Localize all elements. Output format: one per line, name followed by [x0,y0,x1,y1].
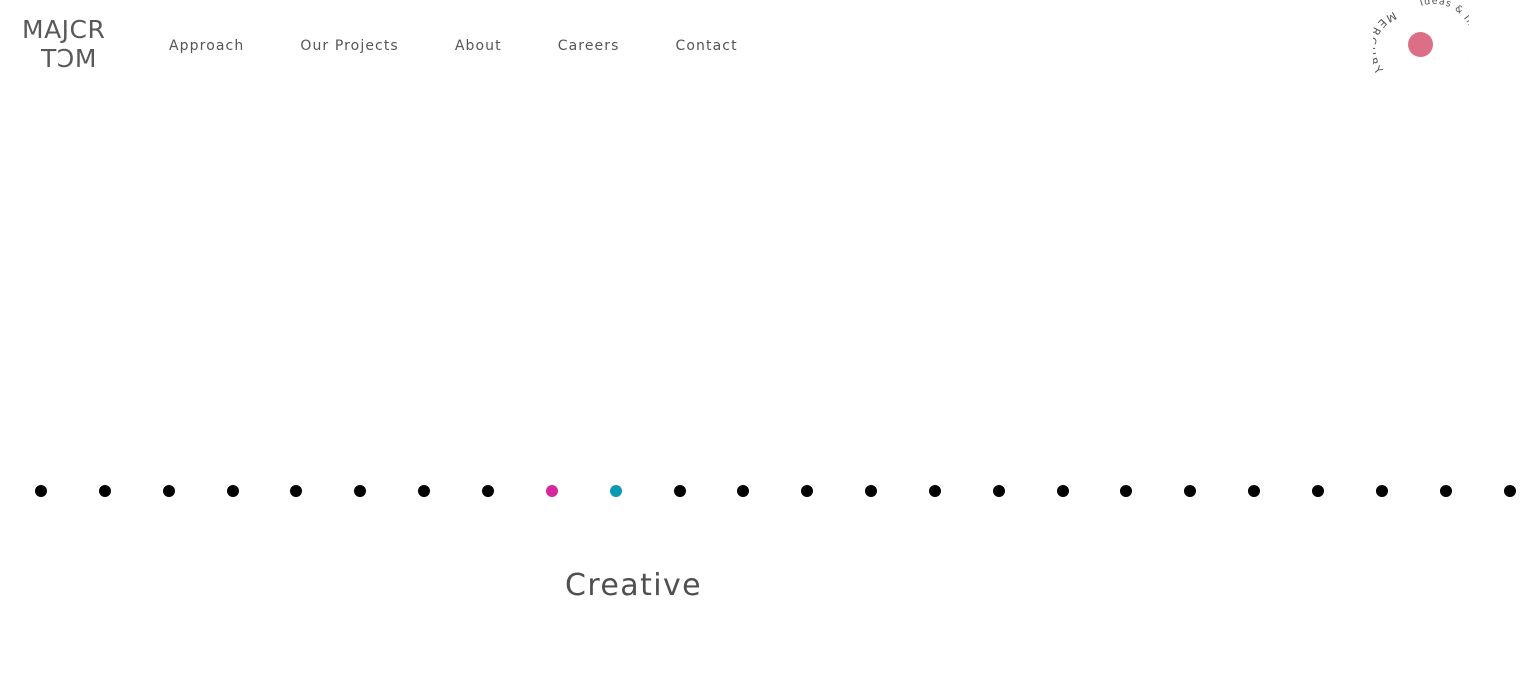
logo-line-bottom: TƆM [41,44,97,73]
timeline-dot[interactable] [482,485,494,497]
timeline-dot[interactable] [99,485,111,497]
timeline-dot[interactable] [290,485,302,497]
timeline-dot[interactable] [610,485,622,497]
timeline-dot[interactable] [1376,485,1388,497]
mercury-badge[interactable]: MERCURY Ideas & Insights [1373,0,1469,92]
timeline-dot[interactable] [1504,485,1516,497]
nav-item-contact[interactable]: Contact [676,38,738,54]
timeline-dot[interactable] [1057,485,1069,497]
nav-item-careers[interactable]: Careers [558,38,620,54]
slide-caption: Creative [565,568,702,603]
timeline-dot[interactable] [35,485,47,497]
timeline-dot[interactable] [1312,485,1324,497]
timeline-dot[interactable] [737,485,749,497]
badge-name: MERCURY [1373,9,1399,80]
timeline-dot[interactable] [865,485,877,497]
timeline-dot[interactable] [993,485,1005,497]
badge-dot [1408,32,1433,57]
timeline-dot[interactable] [1120,485,1132,497]
timeline-dots [0,484,1522,500]
timeline-dot[interactable] [1248,485,1260,497]
main-nav: Approach Our Projects About Careers Cont… [169,36,738,56]
nav-item-our-projects[interactable]: Our Projects [300,38,399,54]
logo-link[interactable]: MAJCR TƆM [22,16,126,74]
timeline-dot[interactable] [163,485,175,497]
timeline-dot[interactable] [1184,485,1196,497]
timeline-dot[interactable] [929,485,941,497]
timeline-dot[interactable] [801,485,813,497]
nav-item-about[interactable]: About [455,38,502,54]
timeline-dot[interactable] [1440,485,1452,497]
timeline-dot[interactable] [354,485,366,497]
logo-line-top: MAJCR [22,15,106,44]
timeline-dot[interactable] [546,485,558,497]
timeline-dot[interactable] [227,485,239,497]
timeline-dot[interactable] [418,485,430,497]
timeline-dot[interactable] [674,485,686,497]
mercury-badge-graphic: MERCURY Ideas & Insights [1373,0,1469,80]
nav-item-approach[interactable]: Approach [169,38,244,54]
